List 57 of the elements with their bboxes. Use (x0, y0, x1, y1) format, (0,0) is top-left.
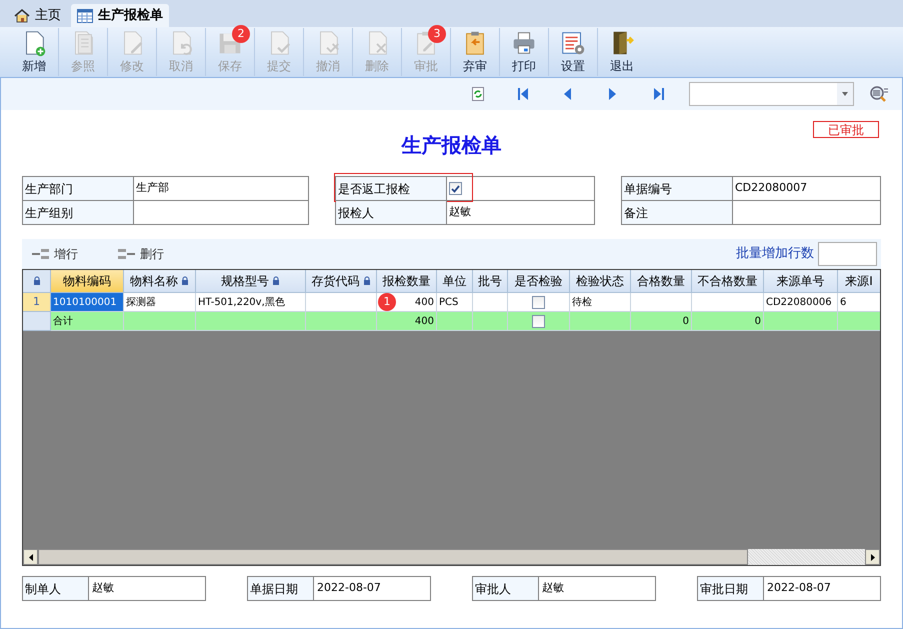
checkbox[interactable] (532, 314, 545, 328)
dropdown-field[interactable] (689, 82, 854, 106)
row-indicator[interactable]: 1 (23, 293, 51, 312)
table-cell (437, 312, 473, 331)
column-header[interactable] (23, 270, 51, 293)
delete-row-icon (118, 248, 136, 260)
field-label: 是否返工报检 (336, 177, 447, 201)
field-label: 备注 (622, 201, 733, 225)
table-cell (306, 312, 377, 331)
row-action-button[interactable]: 删行 (118, 245, 164, 263)
form-title: 生产报检单 (402, 132, 502, 159)
table-icon (77, 8, 93, 22)
row-action-button[interactable]: 增行 (32, 245, 78, 263)
field-value[interactable]: 生产部 (134, 177, 309, 201)
tab[interactable]: 主页 (8, 4, 67, 27)
table-cell: 400 (377, 312, 437, 331)
scroll-right-icon (870, 554, 874, 560)
field-label: 单据编号 (622, 177, 733, 201)
toolbar-button[interactable]: 设置 (549, 29, 597, 75)
add-row-icon (32, 248, 50, 260)
refresh-icon[interactable] (472, 87, 484, 101)
toolbar-button[interactable]: 退出 (598, 29, 646, 75)
batch-add-label: 批量增加行数 (736, 245, 814, 264)
field-value[interactable] (733, 201, 881, 225)
field-label: 生产部门 (23, 177, 134, 201)
status-label: 已审批 (813, 121, 879, 138)
horizontal-scrollbar[interactable] (23, 549, 880, 565)
field-label: 报检人 (336, 201, 447, 225)
table-cell: 1010100001 (51, 293, 124, 312)
field-value[interactable] (134, 201, 309, 225)
previous-icon[interactable] (564, 88, 571, 100)
search-icon[interactable] (870, 86, 888, 102)
field-label: 生产组别 (23, 201, 134, 225)
scrollbar-thumb[interactable] (38, 549, 748, 565)
tab[interactable]: 生产报检单 (71, 4, 169, 27)
field-value[interactable]: CD22080007 (733, 177, 881, 201)
table-cell: 0 (692, 312, 764, 331)
last-page-icon[interactable] (654, 88, 664, 100)
number-badge: 3 (428, 25, 446, 43)
next-icon[interactable] (609, 88, 616, 100)
checkbox[interactable] (532, 296, 545, 308)
field-value[interactable]: 赵敏 (447, 201, 595, 225)
scroll-left-icon (28, 554, 32, 560)
number-badge: 2 (232, 25, 250, 43)
toolbar-button[interactable]: 打印 (500, 29, 548, 75)
column-header[interactable]: 物料编码 (51, 270, 124, 293)
table-cell (124, 312, 196, 331)
toolbar-button[interactable]: 新增 (10, 29, 58, 75)
toolbar-button[interactable]: 弃审 (451, 29, 499, 75)
caret-icon (842, 92, 848, 96)
checkbox[interactable] (449, 182, 462, 195)
batch-count-field[interactable] (818, 242, 877, 266)
table-cell: 合计 (51, 312, 124, 331)
number-badge: 1 (378, 293, 396, 311)
home-icon (14, 8, 30, 23)
first-page-icon[interactable] (518, 88, 528, 100)
table-cell: 0 (631, 312, 692, 331)
